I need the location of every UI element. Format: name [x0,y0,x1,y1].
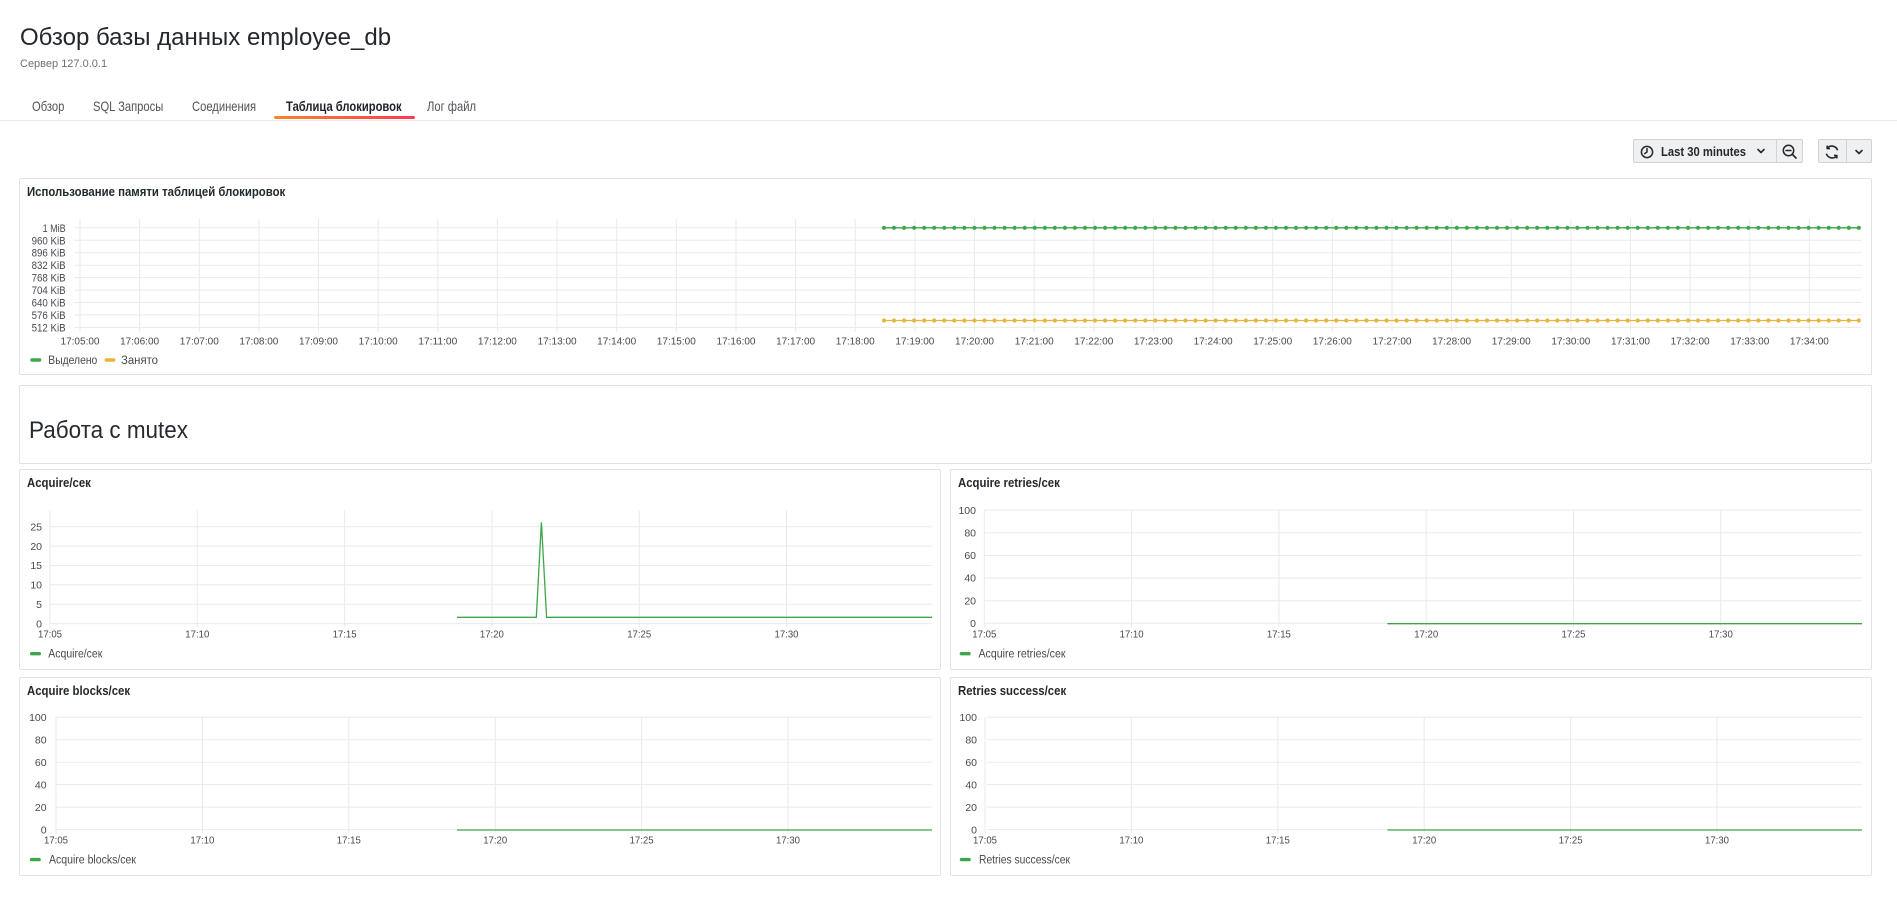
svg-text:17:23:00: 17:23:00 [1134,337,1173,348]
svg-text:17:25: 17:25 [1562,629,1586,641]
svg-text:20: 20 [35,802,47,814]
svg-text:17:10: 17:10 [1119,835,1143,847]
svg-text:Retries success/сек: Retries success/сек [979,855,1071,867]
svg-text:17:24:00: 17:24:00 [1194,337,1233,348]
svg-text:1 MiB: 1 MiB [43,223,66,235]
svg-text:40: 40 [35,779,47,791]
svg-text:17:05: 17:05 [38,629,62,641]
svg-text:17:12:00: 17:12:00 [478,337,517,348]
svg-text:17:30: 17:30 [776,835,800,847]
svg-text:15: 15 [30,560,42,572]
svg-text:17:25:00: 17:25:00 [1253,337,1292,348]
svg-text:60: 60 [35,757,47,769]
svg-text:17:28:00: 17:28:00 [1432,337,1471,348]
svg-text:Занято: Занято [121,355,158,367]
svg-text:17:15: 17:15 [337,835,361,847]
svg-text:17:32:00: 17:32:00 [1671,337,1710,348]
svg-text:17:30:00: 17:30:00 [1551,337,1590,348]
svg-text:17:31:00: 17:31:00 [1611,337,1650,348]
svg-text:17:15: 17:15 [1266,835,1290,847]
svg-text:17:27:00: 17:27:00 [1373,337,1412,348]
svg-text:Acquire/сек: Acquire/сек [48,649,103,661]
svg-text:17:10:00: 17:10:00 [359,337,398,348]
svg-text:Acquire retries/сек: Acquire retries/сек [979,649,1067,661]
svg-text:17:26:00: 17:26:00 [1313,337,1352,348]
svg-text:17:20:00: 17:20:00 [955,337,994,348]
svg-text:80: 80 [35,734,47,746]
svg-text:40: 40 [965,779,977,791]
svg-text:17:11:00: 17:11:00 [418,337,457,348]
svg-text:20: 20 [964,595,976,607]
svg-text:17:08:00: 17:08:00 [239,337,278,348]
svg-text:17:30: 17:30 [1705,835,1729,847]
svg-text:17:05:00: 17:05:00 [61,337,100,348]
svg-text:17:20: 17:20 [483,835,507,847]
svg-text:60: 60 [965,757,977,769]
svg-text:5: 5 [36,599,42,611]
svg-text:832 KiB: 832 KiB [32,260,66,272]
svg-text:17:20: 17:20 [480,629,504,641]
svg-text:17:10: 17:10 [185,629,209,641]
svg-text:17:05: 17:05 [973,835,997,847]
svg-text:17:25: 17:25 [1559,835,1583,847]
svg-text:17:16:00: 17:16:00 [717,337,756,348]
svg-text:20: 20 [30,541,42,553]
svg-text:17:15: 17:15 [1267,629,1291,641]
svg-text:704 KiB: 704 KiB [32,285,66,297]
svg-text:17:30: 17:30 [775,629,799,641]
svg-text:896 KiB: 896 KiB [32,248,66,260]
svg-text:17:18:00: 17:18:00 [836,337,875,348]
svg-text:20: 20 [965,802,977,814]
svg-text:40: 40 [964,573,976,585]
svg-text:60: 60 [964,550,976,562]
svg-text:17:20: 17:20 [1412,835,1436,847]
svg-text:17:25: 17:25 [630,835,654,847]
svg-text:960 KiB: 960 KiB [32,235,66,247]
svg-text:17:10: 17:10 [1120,629,1144,641]
svg-text:17:05: 17:05 [972,629,996,641]
svg-text:512 KiB: 512 KiB [32,322,66,334]
svg-text:17:15: 17:15 [333,629,357,641]
svg-text:17:20: 17:20 [1414,629,1438,641]
svg-text:17:30: 17:30 [1709,629,1733,641]
svg-text:17:34:00: 17:34:00 [1790,337,1829,348]
svg-text:17:21:00: 17:21:00 [1015,337,1054,348]
svg-text:Выделено: Выделено [48,355,97,367]
svg-text:100: 100 [29,712,47,724]
svg-text:17:33:00: 17:33:00 [1730,337,1769,348]
svg-text:17:29:00: 17:29:00 [1492,337,1531,348]
svg-text:17:09:00: 17:09:00 [299,337,338,348]
svg-text:17:05: 17:05 [44,835,68,847]
svg-text:17:15:00: 17:15:00 [657,337,696,348]
svg-text:80: 80 [964,527,976,539]
svg-text:17:07:00: 17:07:00 [180,337,219,348]
svg-text:10: 10 [30,580,42,592]
svg-text:Acquire blocks/сек: Acquire blocks/сек [49,855,137,867]
svg-text:17:19:00: 17:19:00 [895,337,934,348]
svg-text:17:14:00: 17:14:00 [597,337,636,348]
svg-text:640 KiB: 640 KiB [32,298,66,310]
svg-text:576 KiB: 576 KiB [32,310,66,322]
svg-text:17:06:00: 17:06:00 [120,337,159,348]
svg-text:100: 100 [959,712,977,724]
svg-text:100: 100 [958,505,976,517]
svg-text:768 KiB: 768 KiB [32,273,66,285]
svg-text:17:13:00: 17:13:00 [538,337,577,348]
svg-text:17:17:00: 17:17:00 [776,337,815,348]
svg-text:25: 25 [30,521,42,533]
svg-text:17:22:00: 17:22:00 [1074,337,1113,348]
svg-text:17:25: 17:25 [627,629,651,641]
svg-text:80: 80 [965,734,977,746]
svg-text:17:10: 17:10 [190,835,214,847]
